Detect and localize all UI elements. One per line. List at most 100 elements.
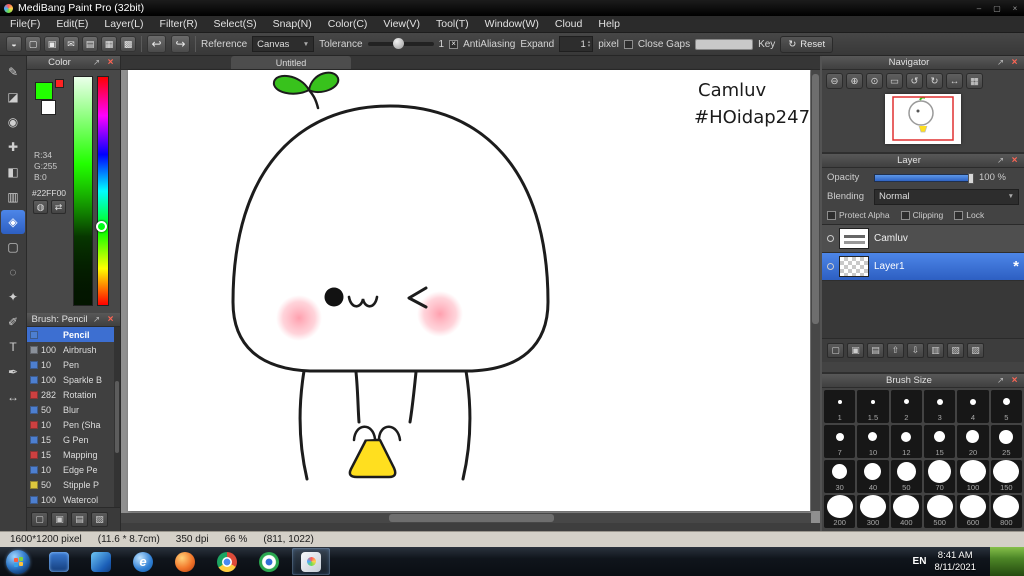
move-tool[interactable]: ✚ — [1, 135, 25, 159]
add-layer-icon[interactable]: ▢ — [827, 343, 844, 358]
menu-item[interactable]: Filter(R) — [152, 16, 206, 32]
close-panel-icon[interactable]: × — [105, 314, 116, 325]
layer-down-icon[interactable]: ⇩ — [907, 343, 924, 358]
popout-icon[interactable]: ↗ — [995, 155, 1006, 166]
vertical-scrollbar[interactable] — [811, 70, 820, 511]
snapshot-icon[interactable]: ▤ — [82, 36, 98, 52]
popout-icon[interactable]: ↗ — [995, 57, 1006, 68]
sub-color-swatch[interactable] — [55, 79, 64, 88]
bucket-tool[interactable]: ◈ — [1, 210, 25, 234]
brush-size-option[interactable]: 1 — [824, 390, 856, 423]
close-panel-icon[interactable]: × — [105, 57, 116, 68]
horizontal-scrollbar[interactable] — [121, 513, 811, 523]
brush-size-option[interactable]: 70 — [924, 460, 956, 493]
select-pen-tool[interactable]: ✐ — [1, 310, 25, 334]
cloud-sync-icon[interactable]: ◒ — [6, 36, 22, 52]
maximize-button[interactable]: ▢ — [988, 2, 1006, 14]
brush-list-item[interactable]: 100 Sparkle B — [27, 372, 120, 387]
fill-tool[interactable]: ◧ — [1, 160, 25, 184]
taskbar-app-firefox[interactable] — [166, 548, 204, 575]
taskbar-app-chrome[interactable] — [208, 548, 246, 575]
horizontal-scrollbar-thumb[interactable] — [389, 514, 554, 522]
layer-up-icon[interactable]: ⇧ — [887, 343, 904, 358]
antialiasing-checkbox[interactable]: × — [449, 39, 459, 49]
magic-wand-tool[interactable]: ✦ — [1, 285, 25, 309]
material-panel-icon[interactable]: ▩ — [120, 36, 136, 52]
layer-row[interactable]: Camluv * — [822, 225, 1024, 253]
opacity-slider-knob[interactable] — [968, 172, 974, 184]
save-icon[interactable]: ▣ — [44, 36, 60, 52]
add-folder-icon[interactable]: ▣ — [847, 343, 864, 358]
swap-color-icon[interactable]: ⇄ — [51, 200, 66, 214]
text-tool[interactable]: T — [1, 335, 25, 359]
delete-brush-icon[interactable]: ▨ — [91, 512, 108, 527]
popout-icon[interactable]: ↗ — [995, 375, 1006, 386]
navigator-thumbnail[interactable] — [885, 94, 961, 144]
menu-item[interactable]: Select(S) — [205, 16, 264, 32]
layer-row[interactable]: Layer1 * — [822, 253, 1024, 281]
popout-icon[interactable]: ↗ — [91, 314, 102, 325]
reset-button[interactable]: ↻ Reset — [780, 35, 834, 53]
brush-size-option[interactable]: 30 — [824, 460, 856, 493]
brush-list-item[interactable]: 15 G Pen — [27, 432, 120, 447]
brush-tool[interactable]: ✎ — [1, 60, 25, 84]
gradient-tool[interactable]: ▥ — [1, 185, 25, 209]
taskbar-app-medibang[interactable] — [292, 548, 330, 575]
close-panel-icon[interactable]: × — [1009, 375, 1020, 386]
select-tool[interactable]: ▢ — [1, 235, 25, 259]
new-canvas-icon[interactable]: ▢ — [25, 36, 41, 52]
merge-layer-icon[interactable]: ▥ — [927, 343, 944, 358]
brush-size-option[interactable]: 15 — [924, 425, 956, 458]
background-color-swatch[interactable] — [41, 100, 56, 115]
brush-list-item[interactable]: 10 Edge Pe — [27, 462, 120, 477]
popout-icon[interactable]: ↗ — [91, 57, 102, 68]
brush-list-item[interactable]: 10 Pen (Sha — [27, 417, 120, 432]
tolerance-slider-knob[interactable] — [392, 38, 404, 49]
start-button[interactable] — [0, 547, 36, 576]
delete-layer-icon[interactable]: ▨ — [967, 343, 984, 358]
taskbar-app-chrome-green[interactable] — [250, 548, 288, 575]
tolerance-slider[interactable] — [367, 38, 434, 49]
zoom-reset-icon[interactable]: ⊙ — [866, 73, 883, 89]
layer-visibility-toggle[interactable] — [827, 263, 834, 270]
color-wheel-icon[interactable]: ◍ — [33, 200, 48, 214]
taskbar-app-internet-explorer[interactable]: e — [124, 548, 162, 575]
rotate-left-icon[interactable]: ↺ — [906, 73, 923, 89]
grid-settings-icon[interactable]: ▦ — [101, 36, 117, 52]
close-gaps-swatch[interactable] — [695, 38, 754, 50]
lock-checkbox[interactable] — [954, 210, 964, 220]
hue-indicator[interactable] — [96, 220, 107, 232]
brush-size-option[interactable]: 300 — [857, 495, 889, 528]
protect-alpha-checkbox[interactable] — [827, 210, 836, 220]
minimize-button[interactable]: – — [970, 2, 988, 14]
edit-brush-icon[interactable]: ▤ — [71, 512, 88, 527]
brush-size-option[interactable]: 12 — [890, 425, 922, 458]
foreground-color-swatch[interactable] — [35, 82, 53, 100]
duplicate-layer-icon[interactable]: ▤ — [867, 343, 884, 358]
brush-size-option[interactable]: 3 — [924, 390, 956, 423]
lasso-tool[interactable]: ◌ — [1, 260, 25, 284]
menu-item[interactable]: View(V) — [375, 16, 428, 32]
brush-size-option[interactable]: 10 — [857, 425, 889, 458]
expand-stepper[interactable]: 1 ▴ ▾ — [559, 36, 594, 52]
pixel-grid-icon[interactable]: ▦ — [966, 73, 983, 89]
taskbar-app-media-player[interactable] — [40, 548, 78, 575]
brush-list-item[interactable]: Pencil — [27, 327, 120, 342]
undo-button[interactable]: ↩ — [147, 35, 166, 53]
zoom-out-icon[interactable]: ⊖ — [826, 73, 843, 89]
close-button[interactable]: × — [1006, 2, 1024, 14]
drawing-canvas[interactable]: Camluv #HOidap247 — [128, 70, 810, 511]
brush-list-item[interactable]: 10 Pen — [27, 357, 120, 372]
brush-list-item[interactable]: 50 Stipple P — [27, 477, 120, 492]
menu-item[interactable]: Cloud — [547, 16, 590, 32]
brush-size-option[interactable]: 150 — [990, 460, 1022, 493]
taskbar-app-windows[interactable] — [82, 548, 120, 575]
brush-list-item[interactable]: 100 Watercol — [27, 492, 120, 507]
comment-icon[interactable]: ✉ — [63, 36, 79, 52]
add-brush-icon[interactable]: ▢ — [31, 512, 48, 527]
menu-item[interactable]: Tool(T) — [428, 16, 477, 32]
menu-item[interactable]: Edit(E) — [48, 16, 96, 32]
canvas-tab[interactable]: Untitled — [231, 56, 351, 69]
brush-list-item[interactable]: 15 Mapping — [27, 447, 120, 462]
brush-size-option[interactable]: 25 — [990, 425, 1022, 458]
